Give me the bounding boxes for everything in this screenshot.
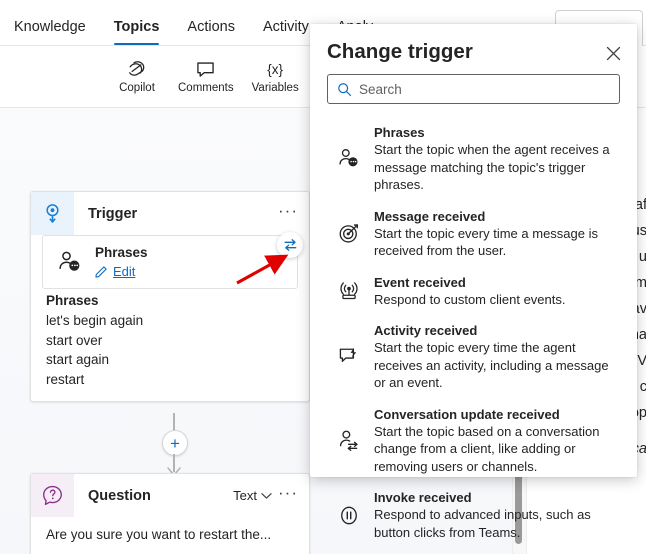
trigger-edit-link[interactable]: Edit	[113, 264, 135, 279]
trigger-node-more-button[interactable]: ···	[278, 202, 298, 221]
trigger-option-text: Event received Respond to custom client …	[374, 274, 566, 309]
add-node-button[interactable]: +	[162, 430, 188, 456]
change-trigger-button[interactable]	[277, 232, 303, 258]
trigger-option-title: Phrases	[374, 125, 425, 140]
trigger-option-title: Conversation update received	[374, 406, 560, 422]
phrase-item: start over	[46, 332, 103, 348]
variables-button[interactable]: {x} Variables	[243, 57, 308, 96]
trigger-option-message-received[interactable]: Message received Start the topic every t…	[310, 201, 637, 267]
event-received-broadcast-icon	[334, 274, 364, 309]
conversation-update-person-arrows-icon	[334, 406, 364, 476]
tab-knowledge[interactable]: Knowledge	[0, 19, 100, 46]
panel-title: Change trigger	[327, 40, 473, 63]
phrases-person-icon	[53, 251, 87, 273]
trigger-phrases-card[interactable]: Phrases Edit	[42, 235, 298, 289]
trigger-bolt-icon	[31, 192, 74, 235]
trigger-option-desc: Start the topic when the agent receives …	[374, 142, 610, 192]
message-received-target-icon	[334, 208, 364, 260]
question-node-header: Question Text ···	[31, 474, 309, 517]
tab-topics[interactable]: Topics	[100, 19, 174, 46]
trigger-phrases-card-title: Phrases	[95, 245, 148, 260]
tab-actions[interactable]: Actions	[173, 19, 249, 46]
trigger-option-text: Phrases Start the topic when the agent r…	[374, 124, 619, 194]
trigger-option-desc: Start the topic based on a conversation …	[374, 423, 600, 474]
activity-received-chat-bolt-icon	[334, 322, 364, 392]
close-icon[interactable]	[602, 42, 624, 64]
change-trigger-panel[interactable]: Change trigger Search Phrases Start the …	[310, 24, 637, 540]
trigger-phrases-card-text: Phrases Edit	[95, 245, 148, 279]
trigger-option-text: Conversation update received Start the t…	[374, 406, 619, 476]
question-message-text: Are you sure you want to restart the...	[46, 527, 272, 542]
search-icon	[337, 82, 352, 97]
comments-button-label: Comments	[178, 82, 234, 94]
trigger-option-conversation-update-received[interactable]: Conversation update received Start the t…	[310, 399, 637, 483]
invoke-received-pause-icon	[334, 489, 364, 541]
copilot-button[interactable]: Copilot	[105, 57, 169, 96]
variables-icon: {x}	[267, 61, 284, 77]
phrase-item: restart	[46, 371, 85, 387]
trigger-node[interactable]: Trigger ··· Phrases Edit Phrases let's b…	[30, 191, 310, 402]
question-node[interactable]: Question Text ··· Are you sure you want …	[30, 473, 310, 554]
trigger-option-desc: Start the topic every time a message is …	[374, 225, 598, 259]
copilot-icon	[126, 59, 148, 79]
trigger-option-event-received[interactable]: Event received Respond to custom client …	[310, 267, 637, 316]
trigger-phrases-list: Phrases let's begin again start over sta…	[42, 289, 298, 389]
trigger-type-list: Phrases Start the topic when the agent r…	[310, 117, 637, 548]
trigger-option-text: Activity received Start the topic every …	[374, 322, 619, 392]
phrase-item: let's begin again	[46, 313, 144, 328]
trigger-node-header-actions: ···	[278, 202, 309, 221]
question-type-selector[interactable]: Text	[233, 488, 272, 503]
trigger-search-box[interactable]	[327, 74, 620, 104]
app-root: Trigger ··· Phrases Edit Phrases let's b…	[0, 0, 646, 554]
pencil-icon	[95, 265, 108, 278]
trigger-option-text: Message received Start the topic every t…	[374, 208, 619, 260]
trigger-option-title: Event received	[374, 274, 466, 290]
variables-button-label: Variables	[251, 82, 299, 94]
comment-icon	[195, 59, 217, 79]
trigger-node-header: Trigger ···	[31, 192, 309, 235]
phrases-person-icon	[334, 124, 364, 194]
phrases-heading: Phrases	[46, 293, 99, 308]
trigger-node-title: Trigger	[88, 205, 138, 222]
trigger-option-title: Message received	[374, 208, 486, 224]
trigger-option-invoke-received[interactable]: Invoke received Respond to advanced inpu…	[310, 482, 637, 548]
question-node-body: Are you sure you want to restart the...	[31, 517, 309, 554]
trigger-node-body: Phrases Edit Phrases let's begin again s…	[31, 235, 309, 401]
question-node-more-button[interactable]: ···	[278, 484, 298, 503]
trigger-option-text: Invoke received Respond to advanced inpu…	[374, 489, 619, 541]
trigger-edit-row[interactable]: Edit	[95, 264, 148, 279]
trigger-option-activity-received[interactable]: Activity received Start the topic every …	[310, 315, 637, 399]
swap-arrows-icon	[283, 238, 298, 252]
plus-icon: +	[170, 433, 180, 453]
comments-button[interactable]: Comments	[169, 57, 243, 96]
search-input[interactable]	[359, 81, 619, 97]
question-node-header-actions: Text ···	[233, 484, 309, 503]
question-node-title: Question	[88, 487, 151, 504]
trigger-option-desc: Respond to advanced inputs, such as butt…	[374, 507, 591, 540]
trigger-option-phrases[interactable]: Phrases Start the topic when the agent r…	[310, 117, 637, 201]
chevron-down-icon	[261, 492, 272, 500]
trigger-option-title: Invoke received	[374, 490, 472, 505]
question-type-label: Text	[233, 488, 258, 503]
trigger-option-desc: Respond to custom client events.	[374, 291, 566, 307]
copilot-button-label: Copilot	[119, 82, 155, 94]
phrase-item: start again	[46, 352, 110, 367]
question-mark-icon	[31, 474, 74, 517]
trigger-option-title: Activity received	[374, 323, 478, 338]
trigger-option-desc: Start the topic every time the agent rec…	[374, 340, 609, 390]
